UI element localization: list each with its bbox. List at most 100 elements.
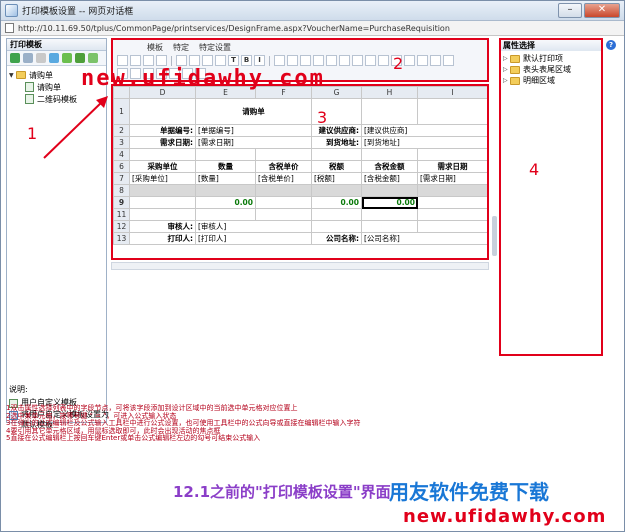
picture-icon[interactable]: [417, 55, 428, 66]
sheet-cell[interactable]: 需求日期:: [129, 136, 196, 149]
attribute-node-header-footer[interactable]: ▷ 表头表尾区域: [503, 64, 599, 75]
print-icon[interactable]: [156, 55, 167, 66]
sheet-cell[interactable]: [311, 208, 362, 221]
formula-icon[interactable]: [430, 55, 441, 66]
sheet-cell[interactable]: [129, 148, 196, 161]
sheet-cell[interactable]: [255, 208, 312, 221]
row-header[interactable]: 8: [113, 184, 130, 197]
design-sheet[interactable]: D E F G H I 1 请购单 2 单据编号: [单据编号] 建议供应商: …: [111, 84, 489, 260]
insert-row-icon[interactable]: [365, 55, 376, 66]
row-header[interactable]: 6: [113, 160, 130, 173]
insert-column-icon[interactable]: [378, 55, 389, 66]
sheet-cell[interactable]: 0.00: [311, 196, 362, 209]
sheet-cell[interactable]: [417, 98, 487, 125]
sheet-cell[interactable]: 含税金额: [361, 160, 418, 173]
sheet-cell[interactable]: [417, 196, 487, 209]
collapse-icon[interactable]: ▼: [9, 72, 16, 79]
expand-icon[interactable]: ▷: [503, 55, 510, 62]
align-right-icon[interactable]: [300, 55, 311, 66]
row-header[interactable]: 12: [113, 220, 130, 233]
bold-icon[interactable]: T: [228, 55, 239, 66]
sheet-cell[interactable]: [到货地址]: [361, 136, 487, 149]
row-header[interactable]: 13: [113, 232, 130, 245]
expand-icon[interactable]: ▷: [503, 77, 510, 84]
cut-icon[interactable]: [176, 55, 187, 66]
sheet-cell[interactable]: [361, 98, 418, 125]
border-icon[interactable]: [326, 55, 337, 66]
save-icon[interactable]: [130, 55, 141, 66]
sheet-cell[interactable]: 采购单位: [129, 160, 196, 173]
sheet-cell[interactable]: 单据编号:: [129, 124, 196, 137]
panel-splitter-handle[interactable]: [492, 216, 497, 256]
new-icon[interactable]: [117, 55, 128, 66]
sheet-cell[interactable]: 0.00: [195, 196, 256, 209]
sheet-cell[interactable]: 审核人:: [129, 220, 196, 233]
column-header[interactable]: H: [361, 86, 418, 99]
valign-bottom-icon[interactable]: [352, 55, 363, 66]
sheet-cell[interactable]: 需求日期: [417, 160, 487, 173]
sheet-cell[interactable]: [审核人]: [195, 220, 312, 233]
sheet-cell[interactable]: [129, 98, 196, 125]
export-template-icon[interactable]: [75, 53, 85, 63]
sheet-cell[interactable]: [417, 148, 487, 161]
set-default-icon[interactable]: [88, 53, 98, 63]
sheet-cell[interactable]: [311, 148, 362, 161]
expand-icon[interactable]: ▷: [503, 66, 510, 73]
edit-template-icon[interactable]: [23, 53, 33, 63]
sheet-cell[interactable]: [361, 148, 418, 161]
help-icon[interactable]: ?: [606, 40, 616, 50]
sheet-cell[interactable]: [417, 184, 487, 197]
align-left-icon[interactable]: [274, 55, 285, 66]
sheet-cell[interactable]: [361, 220, 418, 233]
add-template-icon[interactable]: [10, 53, 20, 63]
sheet-cell[interactable]: [需求日期]: [417, 172, 487, 185]
sheet-cell[interactable]: 税额: [311, 160, 362, 173]
row-header[interactable]: 7: [113, 172, 130, 185]
sheet-cell[interactable]: [195, 148, 256, 161]
sheet-cell[interactable]: [需求日期]: [195, 136, 312, 149]
selected-cell[interactable]: 0.00: [361, 196, 418, 209]
sheet-cell[interactable]: [255, 184, 312, 197]
attribute-node-detail[interactable]: ▷ 明细区域: [503, 75, 599, 86]
sheet-cell[interactable]: [195, 184, 256, 197]
sheet-cell[interactable]: [建议供应商]: [361, 124, 487, 137]
row-header[interactable]: 9: [113, 196, 130, 209]
sheet-cell[interactable]: [255, 148, 312, 161]
delete-column-icon[interactable]: [404, 55, 415, 66]
sheet-cell[interactable]: [打印人]: [195, 232, 312, 245]
sheet-cell[interactable]: [311, 220, 362, 233]
minimize-icon[interactable]: –: [558, 3, 582, 18]
sheet-cell[interactable]: [195, 208, 256, 221]
delete-template-icon[interactable]: [36, 53, 46, 63]
sheet-cell[interactable]: [417, 208, 487, 221]
sheet-cell[interactable]: [361, 184, 418, 197]
sheet-cell[interactable]: [361, 208, 418, 221]
preview-icon[interactable]: [143, 55, 154, 66]
close-icon[interactable]: ✕: [584, 3, 620, 18]
sheet-cell[interactable]: [税额]: [311, 172, 362, 185]
sheet-cell[interactable]: [255, 196, 312, 209]
sheet-title-cell[interactable]: 请购单: [195, 98, 312, 125]
sheet-cell[interactable]: 数量: [195, 160, 256, 173]
align-center-icon[interactable]: [287, 55, 298, 66]
sheet-cell[interactable]: [311, 184, 362, 197]
italic-icon[interactable]: B: [241, 55, 252, 66]
sheet-cell[interactable]: 打印人:: [129, 232, 196, 245]
sheet-grid[interactable]: D E F G H I 1 请购单 2 单据编号: [单据编号] 建议供应商: …: [113, 86, 487, 245]
sheet-cell[interactable]: [数量]: [195, 172, 256, 185]
column-header[interactable]: I: [417, 86, 487, 99]
horizontal-scrollbar[interactable]: [111, 262, 489, 270]
valign-top-icon[interactable]: [339, 55, 350, 66]
sheet-cell[interactable]: [417, 220, 487, 233]
sheet-cell[interactable]: [单据编号]: [195, 124, 312, 137]
title-bar[interactable]: 打印模板设置 -- 网页对话框 – ✕: [1, 1, 624, 21]
sheet-cell[interactable]: [公司名称]: [361, 232, 487, 245]
sheet-cell[interactable]: 到货地址:: [311, 136, 362, 149]
sheet-cell[interactable]: [含税单价]: [255, 172, 312, 185]
tab-specific-settings[interactable]: 特定设置: [199, 42, 231, 53]
paste-icon[interactable]: [202, 55, 213, 66]
attribute-node-default[interactable]: ▷ 默认打印项: [503, 53, 599, 64]
import-template-icon[interactable]: [62, 53, 72, 63]
undo-icon[interactable]: [215, 55, 226, 66]
sheet-cell[interactable]: [129, 184, 196, 197]
